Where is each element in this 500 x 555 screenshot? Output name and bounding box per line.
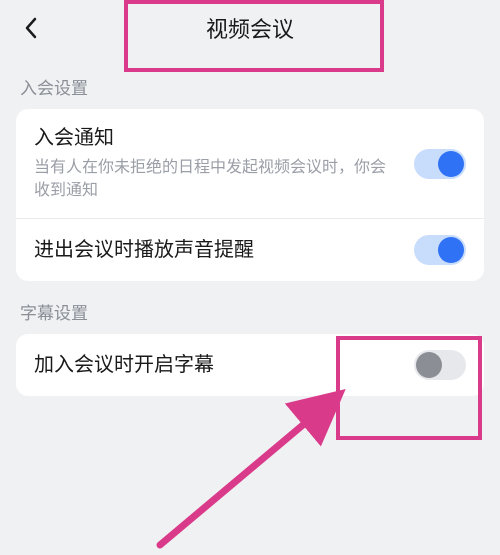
- row-text: 加入会议时开启字幕: [34, 352, 400, 379]
- row-title: 入会通知: [34, 125, 400, 152]
- subtitle-settings-card: 加入会议时开启字幕: [16, 334, 484, 396]
- row-title: 进出会议时播放声音提醒: [34, 237, 400, 264]
- row-enter-exit-sound: 进出会议时播放声音提醒: [16, 218, 484, 281]
- row-subtitle: 当有人在你未拒绝的日程中发起视频会议时，你会收到通知: [34, 156, 400, 202]
- page-title: 视频会议: [206, 12, 294, 44]
- toggle-auto-subtitle[interactable]: [414, 350, 466, 380]
- row-text: 进出会议时播放声音提醒: [34, 237, 400, 264]
- row-title: 加入会议时开启字幕: [34, 352, 400, 379]
- header-bar: 视频会议: [0, 0, 500, 56]
- row-auto-subtitle: 加入会议时开启字幕: [16, 334, 484, 396]
- join-settings-card: 入会通知 当有人在你未拒绝的日程中发起视频会议时，你会收到通知 进出会议时播放声…: [16, 109, 484, 281]
- row-join-notify: 入会通知 当有人在你未拒绝的日程中发起视频会议时，你会收到通知: [16, 109, 484, 218]
- row-text: 入会通知 当有人在你未拒绝的日程中发起视频会议时，你会收到通知: [34, 125, 400, 202]
- chevron-left-icon: [24, 17, 38, 39]
- back-button[interactable]: [16, 13, 46, 43]
- toggle-enter-exit-sound[interactable]: [414, 235, 466, 265]
- section-label-join: 入会设置: [0, 56, 500, 109]
- annotation-arrow: [140, 380, 370, 555]
- toggle-join-notify[interactable]: [414, 149, 466, 179]
- section-label-subtitle: 字幕设置: [0, 281, 500, 334]
